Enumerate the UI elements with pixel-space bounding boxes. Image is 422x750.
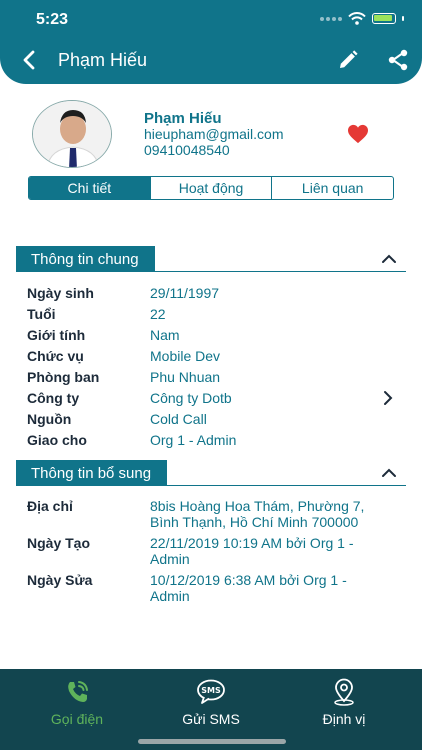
page-title: Phạm Hiếu	[58, 50, 148, 70]
locate-label: Định vị	[322, 711, 366, 727]
row-label: Nguồn	[27, 411, 72, 427]
row-label: Công ty	[27, 390, 80, 406]
profile-name: Phạm Hiếu	[144, 110, 222, 127]
row-value-line2: Bình Thạnh, Hồ Chí Minh 700000	[150, 514, 359, 530]
row-label: Phòng ban	[27, 369, 100, 385]
phone-icon	[68, 681, 88, 702]
row-label: Ngày Tạo	[27, 535, 91, 551]
row-value: 22	[150, 306, 166, 322]
locate-button[interactable]: Định vị	[284, 677, 404, 727]
row-value: Nam	[150, 327, 180, 343]
row-value-line2: Admin	[150, 588, 190, 604]
bottom-action-bar: Gọi điện SMS Gửi SMS Định vị	[0, 669, 422, 750]
row-value: 29/11/1997	[150, 285, 220, 301]
avatar-photo	[33, 101, 111, 167]
row-label: Chức vụ	[27, 348, 84, 364]
tab-related[interactable]: Liên quan	[271, 177, 393, 199]
edit-button[interactable]	[336, 48, 360, 72]
tab-details[interactable]: Chi tiết	[29, 177, 150, 199]
battery-icon	[372, 13, 396, 24]
row-label: Ngày Sửa	[27, 572, 93, 588]
call-button[interactable]: Gọi điện	[17, 677, 137, 727]
row-label: Địa chỉ	[27, 498, 73, 514]
row-label: Giao cho	[27, 432, 87, 448]
app-header: 5:23 Phạm Hiếu	[0, 0, 422, 84]
back-button[interactable]	[18, 48, 42, 72]
row-value[interactable]: Công ty Dotb	[150, 390, 232, 406]
status-time: 5:23	[36, 11, 69, 28]
additional-info-header[interactable]: Thông tin bổ sung	[16, 460, 406, 486]
chevron-right-icon[interactable]	[380, 390, 396, 406]
row-value: Mobile Dev	[150, 348, 221, 364]
wifi-icon	[348, 12, 366, 25]
favorite-heart-icon[interactable]	[347, 124, 369, 144]
general-info-header[interactable]: Thông tin chung	[16, 246, 406, 272]
home-indicator	[138, 739, 286, 744]
sms-icon: SMS	[197, 679, 225, 704]
profile-email[interactable]: hieupham@gmail.com	[144, 126, 284, 142]
row-label: Tuổi	[27, 306, 56, 322]
row-label: Ngày sinh	[27, 285, 94, 301]
row-value: Org 1 - Admin	[150, 432, 237, 448]
row-value: Phu Nhuan	[150, 369, 221, 385]
status-icons	[320, 12, 404, 25]
row-value-line2: Admin	[150, 551, 190, 567]
signal-icon	[320, 16, 342, 21]
row-value: Cold Call	[150, 411, 207, 427]
call-label: Gọi điện	[50, 711, 104, 727]
profile-phone[interactable]: 09410048540	[144, 142, 230, 158]
section-title: Thông tin bổ sung	[16, 460, 168, 486]
row-value-line1: 22/11/2019 10:19 AM bởi Org 1 -	[150, 535, 354, 551]
row-value-line1: 8bis Hoàng Hoa Thám, Phường 7,	[150, 498, 365, 514]
location-pin-icon	[334, 678, 354, 706]
chevron-up-icon[interactable]	[380, 250, 398, 268]
avatar	[32, 100, 112, 168]
svg-text:SMS: SMS	[201, 686, 221, 695]
sms-label: Gửi SMS	[182, 711, 240, 727]
share-button[interactable]	[386, 48, 410, 72]
row-label: Giới tính	[27, 327, 86, 343]
section-title: Thông tin chung	[16, 246, 155, 272]
chevron-up-icon[interactable]	[380, 464, 398, 482]
row-value-line1: 10/12/2019 6:38 AM bởi Org 1 -	[150, 572, 347, 588]
send-sms-button[interactable]: SMS Gửi SMS	[151, 677, 271, 727]
tab-activity[interactable]: Hoạt động	[149, 177, 272, 199]
detail-tabs: Chi tiết Hoạt động Liên quan	[28, 176, 394, 200]
